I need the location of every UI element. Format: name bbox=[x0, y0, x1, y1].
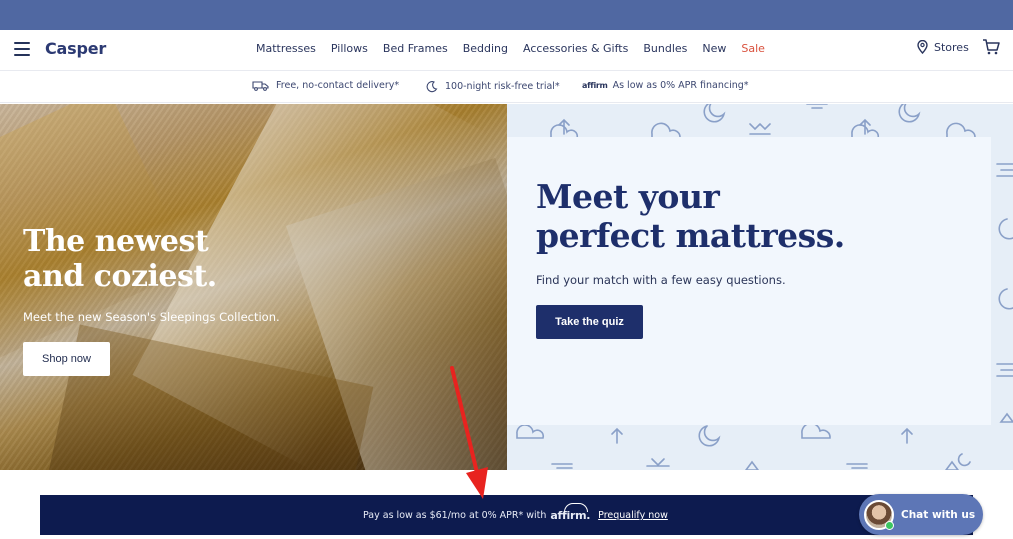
nav-item-bedding[interactable]: Bedding bbox=[463, 42, 508, 55]
quiz-card: Meet your perfect mattress. Find your ma… bbox=[507, 137, 991, 425]
affirm-mini-logo: affirm bbox=[582, 81, 608, 90]
chat-label: Chat with us bbox=[901, 508, 976, 521]
nav-item-sale[interactable]: Sale bbox=[741, 42, 765, 55]
perk-financing-label: As low as 0% APR financing* bbox=[612, 80, 749, 91]
nav-item-bed-frames[interactable]: Bed Frames bbox=[383, 42, 448, 55]
chat-widget-button[interactable]: Chat with us bbox=[859, 494, 983, 535]
quiz-subtitle: Find your match with a few easy question… bbox=[536, 273, 786, 287]
chat-avatar bbox=[864, 499, 894, 530]
hero-left-title-line2: and coziest. bbox=[23, 259, 217, 294]
affirm-banner-text: Pay as low as $61/mo at 0% APR* with bbox=[363, 510, 547, 521]
quiz-title: Meet your perfect mattress. bbox=[536, 177, 845, 255]
perk-delivery: Free, no-contact delivery* bbox=[252, 80, 399, 91]
quiz-title-line2: perfect mattress. bbox=[536, 216, 845, 255]
quiz-title-line1: Meet your bbox=[536, 177, 720, 216]
quiz-banner: Meet your perfect mattress. Find your ma… bbox=[507, 104, 1013, 470]
take-quiz-button[interactable]: Take the quiz bbox=[536, 305, 643, 339]
hero-left-subtitle: Meet the new Season's Sleepings Collecti… bbox=[23, 310, 280, 324]
nav-menu: Mattresses Pillows Bed Frames Bedding Ac… bbox=[256, 42, 780, 55]
truck-icon bbox=[252, 81, 269, 91]
location-pin-icon bbox=[917, 40, 928, 54]
perks-bar: Free, no-contact delivery* 100-night ris… bbox=[0, 70, 1013, 103]
nav-item-bundles[interactable]: Bundles bbox=[643, 42, 687, 55]
perk-trial: 100-night risk-free trial* bbox=[425, 80, 560, 93]
shop-now-button[interactable]: Shop now bbox=[23, 342, 110, 376]
hero-left-title-line1: The newest bbox=[23, 224, 209, 259]
main-navigation: Casper Mattresses Pillows Bed Frames Bed… bbox=[0, 30, 1013, 70]
perk-financing: affirm As low as 0% APR financing* bbox=[582, 80, 749, 91]
nav-item-pillows[interactable]: Pillows bbox=[331, 42, 368, 55]
moon-icon bbox=[426, 81, 438, 93]
online-status-dot bbox=[885, 520, 894, 530]
stores-link[interactable]: Stores bbox=[917, 40, 969, 54]
perk-trial-label: 100-night risk-free trial* bbox=[445, 81, 560, 92]
nav-item-new[interactable]: New bbox=[702, 42, 726, 55]
affirm-logo: affirm. bbox=[550, 503, 591, 522]
prequalify-link[interactable]: Prequalify now bbox=[598, 510, 668, 521]
perk-delivery-label: Free, no-contact delivery* bbox=[276, 80, 400, 91]
hamburger-icon[interactable] bbox=[14, 42, 30, 56]
stores-label: Stores bbox=[934, 40, 969, 54]
casper-logo[interactable]: Casper bbox=[45, 39, 106, 58]
hero-collection-banner[interactable]: The newest and coziest. Meet the new Sea… bbox=[0, 104, 507, 470]
nav-item-mattresses[interactable]: Mattresses bbox=[256, 42, 316, 55]
cart-icon[interactable] bbox=[982, 39, 1000, 59]
hero-left-title: The newest and coziest. bbox=[23, 224, 217, 294]
top-color-band bbox=[0, 0, 1013, 30]
affirm-financing-banner: Pay as low as $61/mo at 0% APR* with aff… bbox=[40, 495, 973, 535]
affirm-banner-content: Pay as low as $61/mo at 0% APR* with aff… bbox=[363, 503, 668, 522]
nav-item-accessories-gifts[interactable]: Accessories & Gifts bbox=[523, 42, 628, 55]
